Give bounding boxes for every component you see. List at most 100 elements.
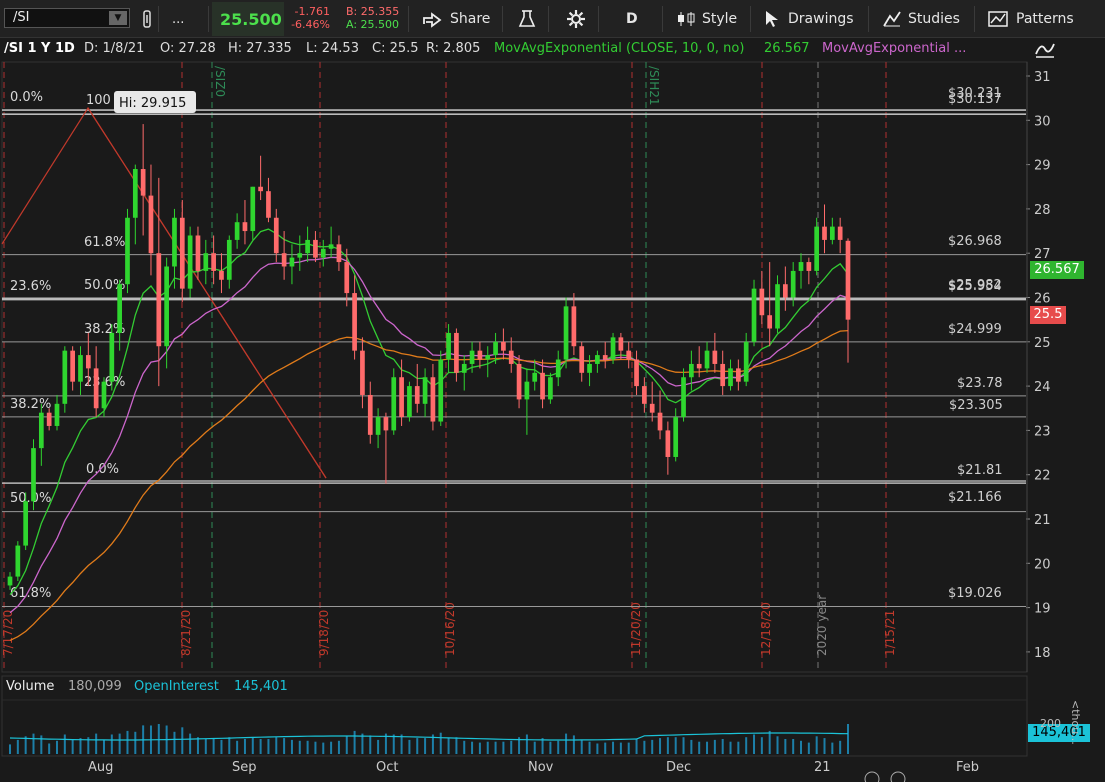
candle-body [782, 284, 788, 298]
studies-button[interactable]: Studies [882, 6, 960, 32]
ema2-label[interactable]: MovAvgExponential ... [822, 41, 966, 56]
candle-body [148, 195, 154, 254]
price-axis[interactable]: 31 30 29 28 27 26 25 24 23 22 21 20 19 18 [1026, 62, 1051, 672]
fib-level-label: 38.2% [10, 397, 51, 412]
zoom-in-icon[interactable] [890, 771, 906, 782]
time-axis[interactable]: Aug Sep Oct Nov Dec 21 Feb [88, 760, 979, 782]
studies-icon [883, 11, 901, 27]
volume-bar [55, 740, 58, 754]
volume-bar [369, 735, 372, 754]
candle [516, 355, 522, 409]
price-level-label: $23.78 [957, 376, 1003, 391]
link-icon[interactable] [140, 6, 154, 32]
candle-body [375, 417, 381, 435]
ema10-label[interactable]: MovAvgExponential (CLOSE, 10, 0, no) [494, 41, 744, 56]
share-button[interactable]: Share [422, 6, 490, 32]
volume-bar [784, 739, 787, 754]
zoom-out-icon[interactable] [864, 771, 880, 782]
price-tick-label: 25 [1034, 336, 1051, 351]
candle-body [743, 341, 749, 382]
more-button[interactable]: ... [172, 6, 184, 32]
volume-value: 180,099 [68, 679, 122, 694]
candle [234, 213, 240, 249]
volume-bar [486, 741, 489, 754]
candle [602, 341, 608, 369]
volume-bar [580, 739, 583, 754]
volume-bar [510, 740, 513, 754]
volume-bar [330, 741, 333, 754]
candle-body [226, 239, 232, 280]
volume-bar [839, 740, 842, 754]
gear-icon[interactable] [566, 6, 586, 32]
volume-bar [63, 734, 66, 754]
volume-bar [48, 743, 51, 754]
candle-body [203, 253, 209, 271]
volume-bar [40, 735, 43, 754]
price-tick-label: 19 [1034, 602, 1051, 617]
candle [203, 239, 209, 285]
style-button[interactable]: Style [676, 6, 737, 32]
studies-label: Studies [908, 11, 960, 27]
fib-level-label: 23.6% [10, 279, 51, 294]
candle [461, 355, 467, 391]
candle [391, 368, 397, 435]
chevron-down-icon[interactable]: ▼ [109, 11, 127, 25]
time-tick-label: Sep [232, 760, 257, 775]
price-tick-label: 27 [1034, 247, 1051, 262]
open-interest-label[interactable]: OpenInterest [134, 679, 219, 694]
volume-bar [666, 737, 669, 754]
candle [438, 350, 444, 426]
price-chart[interactable]: 7/17/20 8/21/20 9/18/20 10/16/20 11/20/20 12/… [0, 60, 1105, 782]
candle-body [211, 253, 216, 271]
candle-body [305, 239, 310, 254]
candle-body [250, 186, 256, 232]
volume-bar [251, 737, 254, 754]
volume-bar [753, 734, 756, 754]
volume-bar [134, 731, 137, 754]
period-label: 7/17/20 [1, 610, 15, 656]
candle [822, 204, 827, 254]
aggregation-button[interactable]: D [626, 6, 638, 32]
candle-body [579, 346, 585, 373]
symbol-selector[interactable]: /SI ▼ [4, 8, 130, 28]
volume-bar [71, 739, 74, 754]
candle-body [242, 222, 248, 232]
candle-body [837, 226, 843, 240]
volume-bar [831, 742, 834, 754]
volume-bar [298, 740, 301, 754]
high-readout: H: 27.335 [228, 41, 292, 56]
period-label: 1/15/21 [883, 610, 897, 656]
volume-bar [337, 740, 340, 754]
volume-bar [713, 739, 716, 754]
volume-bar [815, 736, 818, 754]
candle [226, 235, 232, 289]
candle-body [258, 186, 263, 192]
candle [156, 177, 162, 387]
info-bar: /SI 1 Y 1D D: 1/8/21 O: 27.28 H: 27.335 … [0, 38, 1030, 60]
expiry-label: /SIH21 [647, 66, 661, 106]
fibonacci-drawing[interactable]: 0.0%10061.8%50.0%23.6%38.2%23.6%38.2%0.0… [1, 90, 1026, 601]
volume-bar [737, 741, 740, 754]
candle-body [297, 253, 303, 258]
candle-body [140, 169, 146, 196]
volume-bar [706, 741, 709, 754]
candle-body [15, 545, 21, 577]
patterns-button[interactable]: Patterns [988, 6, 1074, 32]
candle-body [23, 501, 29, 546]
share-icon [423, 12, 442, 28]
drawings-button[interactable]: Drawings [764, 6, 854, 32]
candle-body [461, 363, 467, 373]
candle [532, 359, 538, 391]
volume-bar [322, 742, 325, 754]
volume-bar [79, 738, 82, 754]
chart-settings-icon[interactable] [1034, 40, 1056, 61]
volume-bar [157, 724, 160, 754]
candle-body [85, 355, 91, 369]
fib-trend-line[interactable] [87, 107, 327, 479]
candle-body [587, 363, 592, 373]
price-level-label: $23.305 [949, 398, 1003, 413]
volume-bar [400, 734, 403, 754]
candle [759, 270, 765, 325]
flask-icon[interactable] [518, 6, 536, 32]
candle [696, 346, 702, 378]
